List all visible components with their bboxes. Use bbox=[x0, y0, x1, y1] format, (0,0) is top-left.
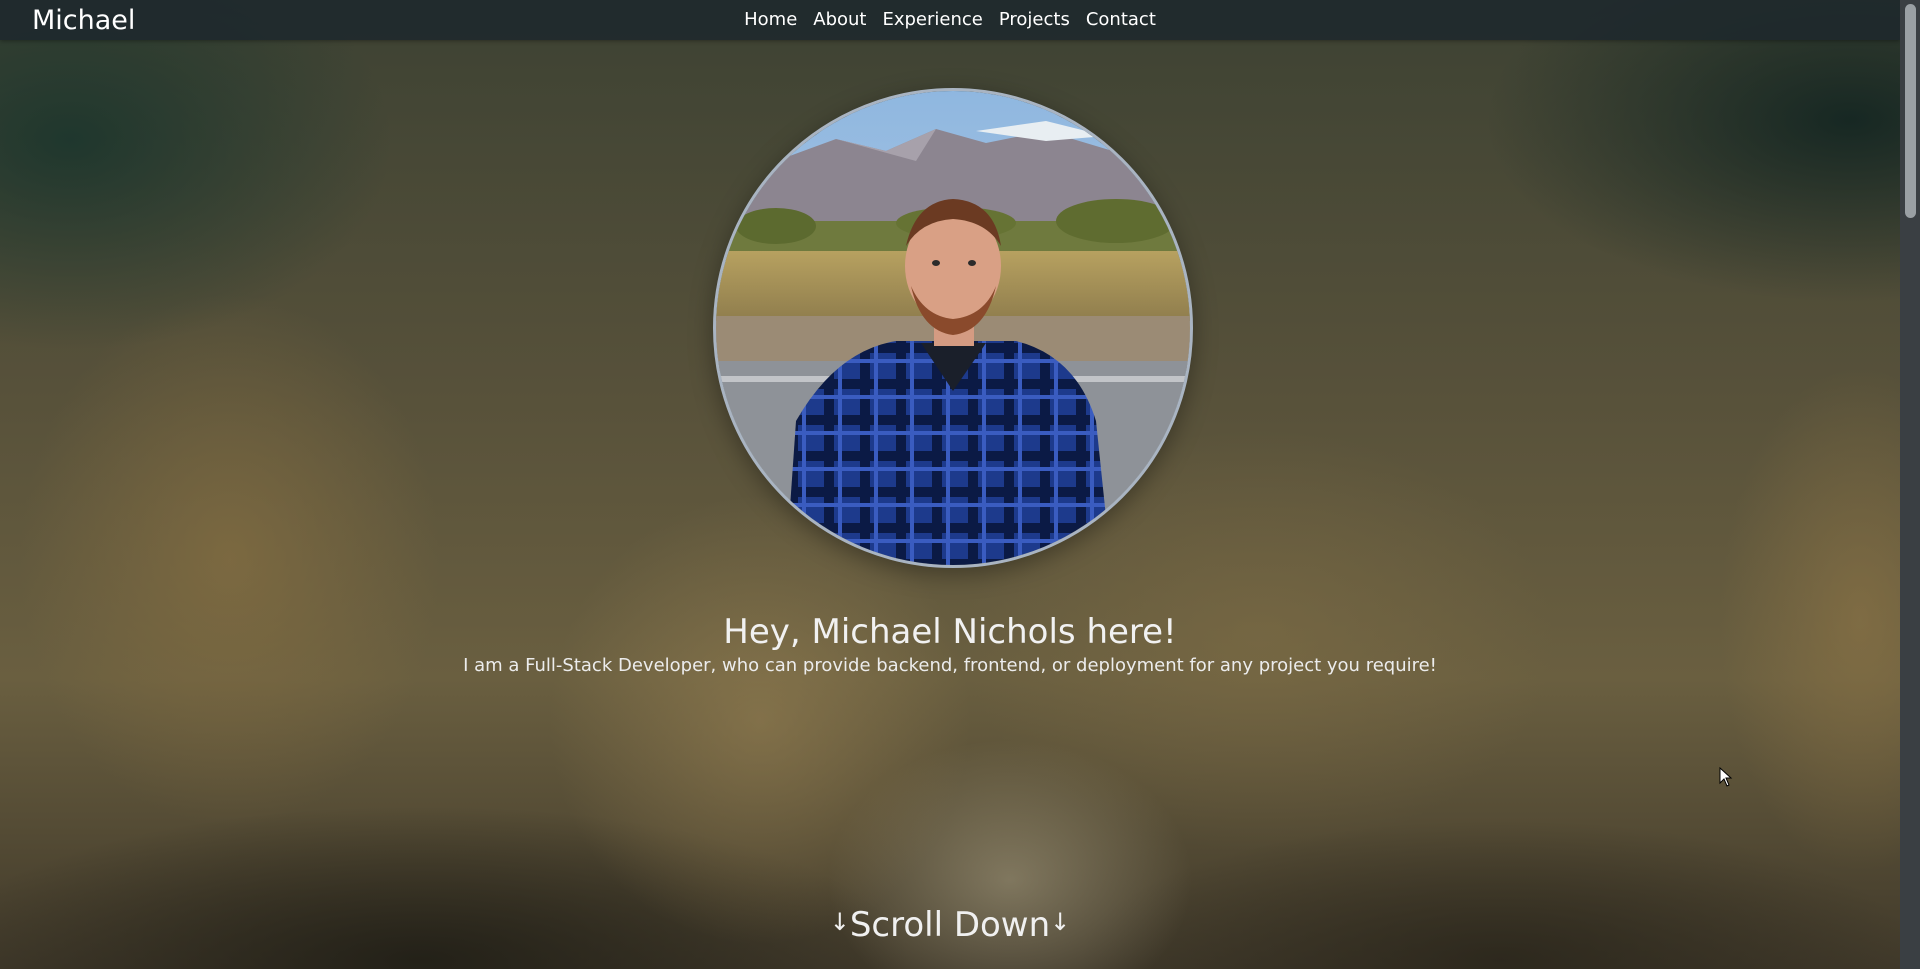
nav-link-home[interactable]: Home bbox=[736, 0, 805, 40]
mouse-pointer-icon bbox=[1719, 766, 1733, 791]
hero-title: Hey, Michael Nichols here! bbox=[723, 612, 1177, 652]
scroll-down-label: Scroll Down bbox=[849, 905, 1051, 945]
nav-link-about[interactable]: About bbox=[805, 0, 874, 40]
scrollbar-thumb[interactable] bbox=[1905, 4, 1916, 218]
nav-links: Home About Experience Projects Contact bbox=[0, 0, 1900, 40]
page-scrollbar[interactable] bbox=[1900, 0, 1920, 969]
arrow-down-icon: ↓ bbox=[829, 908, 850, 936]
profile-photo bbox=[713, 88, 1193, 568]
nav-link-projects[interactable]: Projects bbox=[991, 0, 1078, 40]
hero-subtitle: I am a Full-Stack Developer, who can pro… bbox=[463, 655, 1437, 676]
navbar: Michael Home About Experience Projects C… bbox=[0, 0, 1900, 40]
arrow-down-icon: ↓ bbox=[1050, 908, 1071, 936]
nav-link-contact[interactable]: Contact bbox=[1078, 0, 1164, 40]
scroll-down-button[interactable]: ↓Scroll Down↓ bbox=[0, 898, 1900, 949]
nav-link-experience[interactable]: Experience bbox=[874, 0, 990, 40]
